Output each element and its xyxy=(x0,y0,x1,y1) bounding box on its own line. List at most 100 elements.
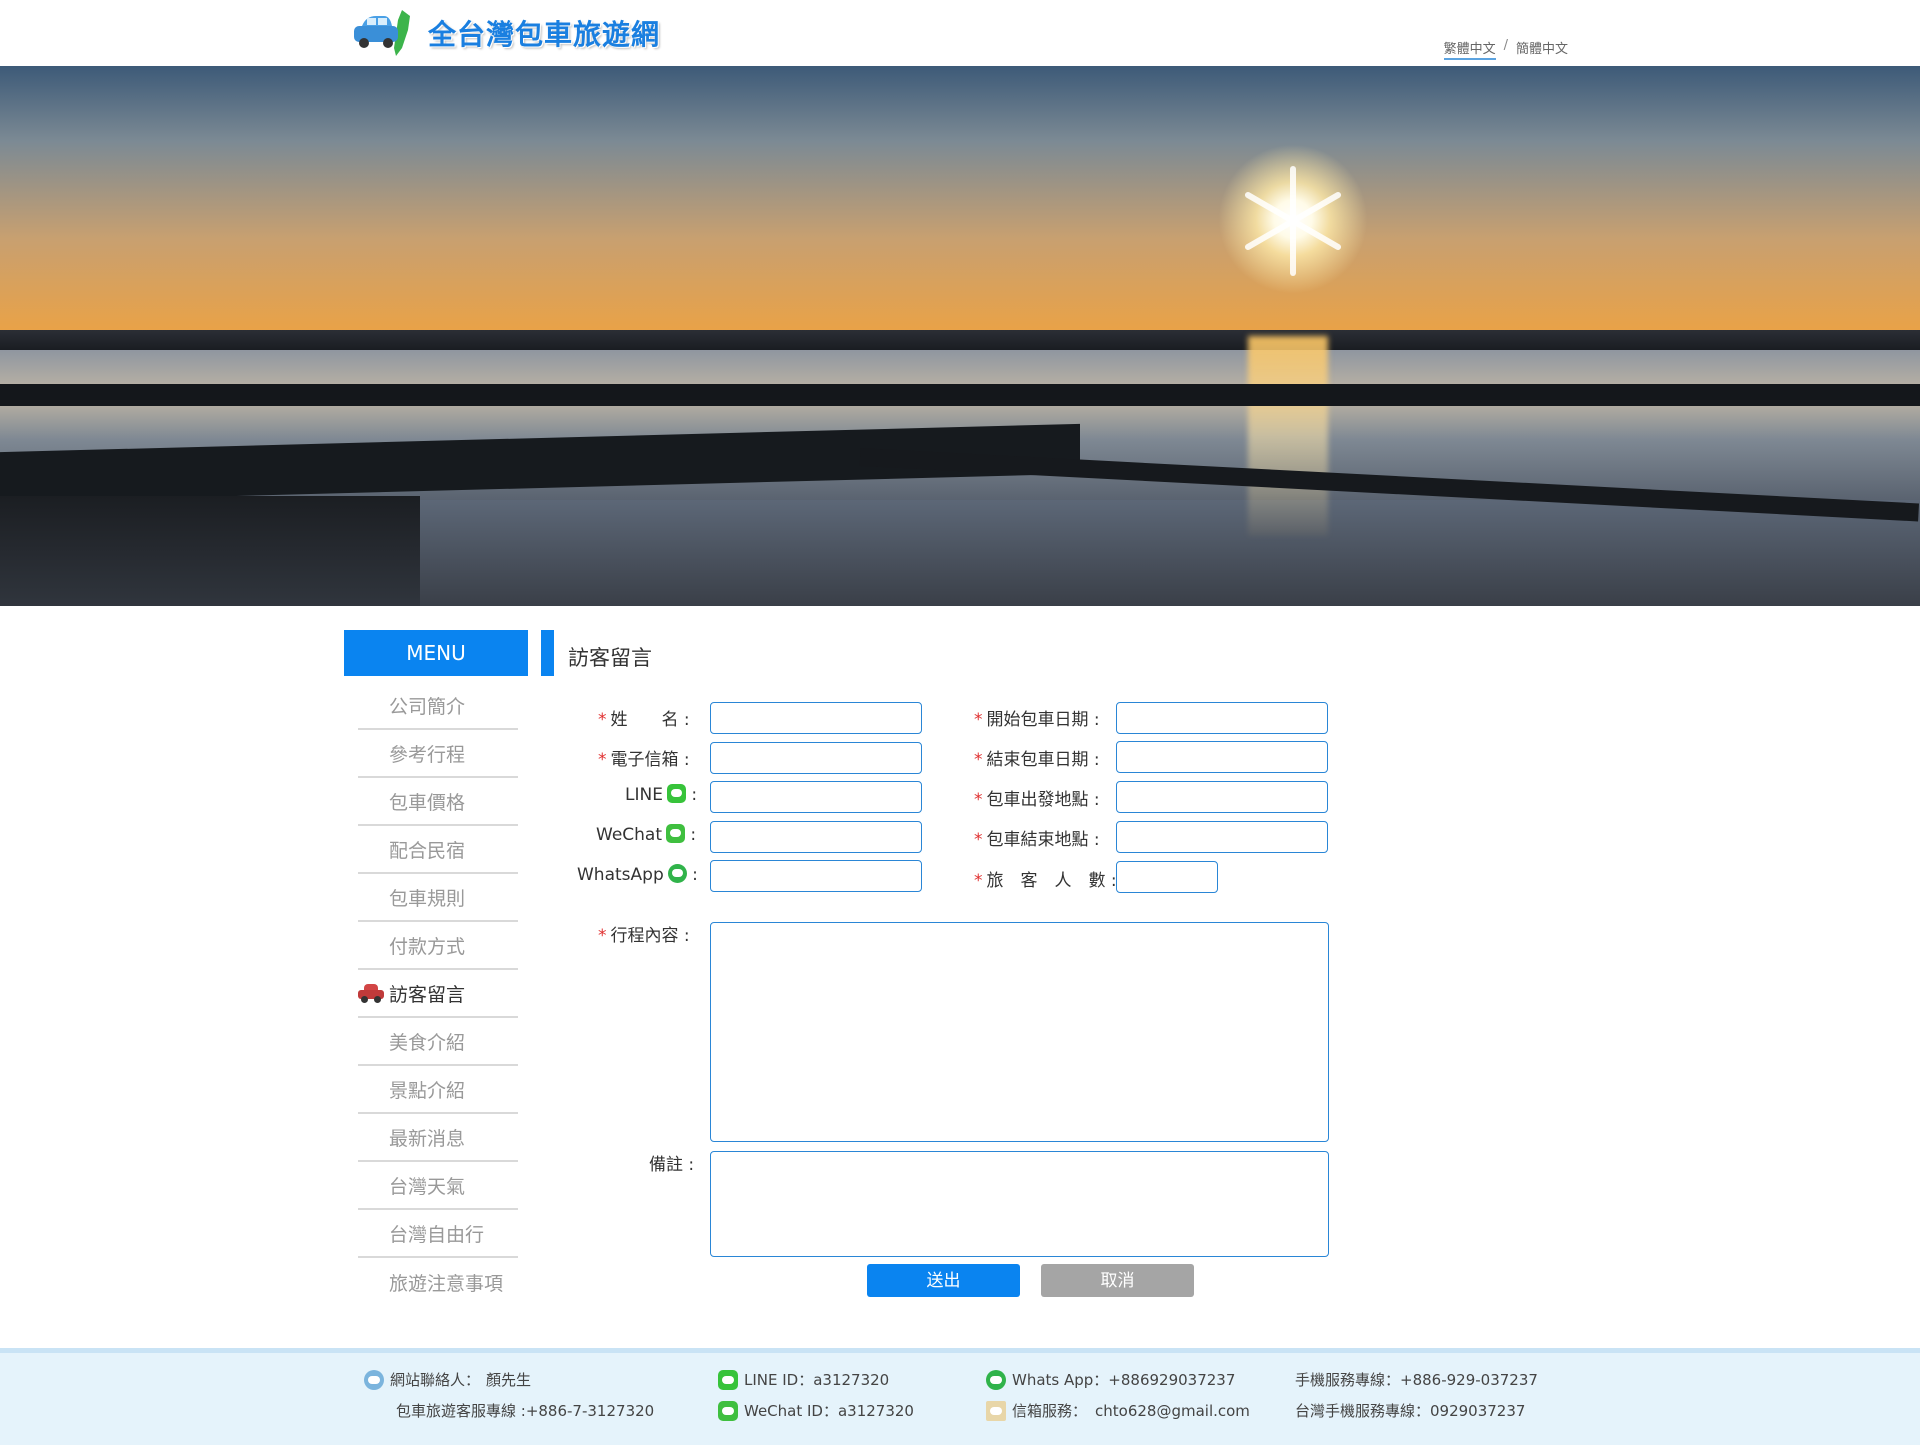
whatsapp-text: Whats App：+886929037237 xyxy=(1012,1371,1236,1389)
footer-hotline: 包車旅遊客服專線 :+886-7-3127320 xyxy=(396,1402,655,1420)
travelers-field[interactable] xyxy=(1116,861,1218,893)
footer-wechat: WeChat ID：a3127320 xyxy=(718,1400,914,1421)
sun-reflection xyxy=(1248,336,1328,536)
required-mark: * xyxy=(974,830,983,850)
contact-name: 顏先生 xyxy=(486,1371,532,1389)
sidebar-item-label: 參考行程 xyxy=(389,743,466,766)
lang-simplified-link[interactable]: 簡體中文 xyxy=(1516,38,1568,60)
site-header: 全台灣包車旅遊網 繁體中文 / 簡體中文 xyxy=(0,0,1920,66)
menu-title: MENU xyxy=(344,630,528,676)
sidebar-item-label: 美食介紹 xyxy=(389,1031,466,1054)
end-date-label: * 結束包車日期 : xyxy=(974,750,1100,770)
section-accent-bar xyxy=(541,630,554,676)
end-place-field[interactable] xyxy=(1116,821,1328,853)
email-link[interactable]: chto628@gmail.com xyxy=(1095,1402,1250,1420)
sidebar-item-payment[interactable]: 付款方式 xyxy=(358,922,518,970)
travelers-label: * 旅 客 人 數 : xyxy=(974,871,1117,891)
required-mark: * xyxy=(974,871,983,891)
sidebar-item-label: 旅遊注意事項 xyxy=(389,1272,504,1295)
required-mark: * xyxy=(598,926,607,946)
line-id-text: LINE ID：a3127320 xyxy=(744,1371,890,1389)
itinerary-label: * 行程內容 : xyxy=(598,926,690,946)
sidebar-item-weather[interactable]: 台灣天氣 xyxy=(358,1162,518,1210)
contact-person-icon xyxy=(364,1369,384,1390)
start-date-label: * 開始包車日期 : xyxy=(974,710,1100,730)
car-map-logo-icon xyxy=(354,10,410,56)
line-id-field[interactable] xyxy=(710,781,922,813)
notes-label: 備註 : xyxy=(649,1155,695,1175)
sidebar-item-travel-notes[interactable]: 旅遊注意事項 xyxy=(358,1258,518,1306)
sidebar-item-company[interactable]: 公司簡介 xyxy=(358,682,518,730)
sidebar-item-food[interactable]: 美食介紹 xyxy=(358,1018,518,1066)
wechat-icon xyxy=(718,1400,738,1421)
sidebar-item-label: 包車價格 xyxy=(389,791,466,814)
sidebar-item-prices[interactable]: 包車價格 xyxy=(358,778,518,826)
required-mark: * xyxy=(974,750,983,770)
sidebar-item-label: 配合民宿 xyxy=(389,839,466,862)
line-icon xyxy=(718,1369,738,1390)
mail-icon xyxy=(986,1400,1006,1421)
wechat-id-field[interactable] xyxy=(710,821,922,853)
email-field[interactable] xyxy=(710,742,922,774)
sidebar-item-label: 公司簡介 xyxy=(389,695,466,718)
required-mark: * xyxy=(974,790,983,810)
sidebar-item-label: 台灣天氣 xyxy=(389,1175,466,1198)
hero-banner-image xyxy=(0,66,1920,606)
dike-silhouette xyxy=(0,384,1920,406)
email-label: 信箱服務： xyxy=(1012,1402,1088,1420)
sidebar-item-bnb[interactable]: 配合民宿 xyxy=(358,826,518,874)
end-date-field[interactable] xyxy=(1116,741,1328,773)
name-label: * 姓 名 : xyxy=(598,710,690,730)
departure-label: * 包車出發地點 : xyxy=(974,790,1100,810)
horizon-land xyxy=(0,330,1920,350)
foreground-silhouette xyxy=(0,496,420,606)
sidebar-item-rules[interactable]: 包車規則 xyxy=(358,874,518,922)
end-place-label: * 包車結束地點 : xyxy=(974,830,1100,850)
sidebar-item-itinerary[interactable]: 參考行程 xyxy=(358,730,518,778)
footer-mobile-hotline: 手機服務專線：+886-929-037237 xyxy=(1295,1371,1538,1389)
language-switcher: 繁體中文 / 簡體中文 xyxy=(1443,38,1568,60)
itinerary-textarea[interactable] xyxy=(710,922,1329,1142)
footer-email: 信箱服務： chto628@gmail.com xyxy=(986,1400,1250,1421)
footer-taiwan-mobile: 台灣手機服務專線：0929037237 xyxy=(1295,1402,1526,1420)
required-mark: * xyxy=(598,750,607,770)
site-footer: 網站聯絡人： 顏先生 包車旅遊客服專線 :+886-7-3127320 LINE… xyxy=(0,1348,1920,1445)
lang-separator: / xyxy=(1503,38,1508,53)
whatsapp-icon xyxy=(667,864,687,883)
sidebar-item-label: 包車規則 xyxy=(389,887,466,910)
cancel-button[interactable]: 取消 xyxy=(1041,1264,1194,1297)
footer-line: LINE ID：a3127320 xyxy=(718,1369,889,1390)
wechat-icon xyxy=(666,824,685,843)
sidebar-item-label: 台灣自由行 xyxy=(389,1223,485,1246)
line-icon xyxy=(666,784,686,803)
page-title: 訪客留言 xyxy=(568,646,652,670)
sidebar-item-news[interactable]: 最新消息 xyxy=(358,1114,518,1162)
wechat-label: WeChat : xyxy=(596,824,697,845)
sidebar-item-attractions[interactable]: 景點介紹 xyxy=(358,1066,518,1114)
footer-contact: 網站聯絡人： 顏先生 xyxy=(364,1369,531,1390)
whatsapp-icon xyxy=(986,1369,1006,1390)
footer-whatsapp: Whats App：+886929037237 xyxy=(986,1369,1235,1390)
email-label: * 電子信箱 : xyxy=(598,750,690,770)
start-date-field[interactable] xyxy=(1116,702,1328,734)
sidebar-item-label: 訪客留言 xyxy=(389,983,466,1006)
departure-field[interactable] xyxy=(1116,781,1328,813)
notes-textarea[interactable] xyxy=(710,1151,1329,1257)
line-label: LINE : xyxy=(625,784,698,805)
submit-button[interactable]: 送出 xyxy=(867,1264,1020,1297)
name-field[interactable] xyxy=(710,702,922,734)
sidebar-menu: 公司簡介 參考行程 包車價格 配合民宿 包車規則 付款方式 訪客留言 美食介紹 … xyxy=(358,682,518,1306)
required-mark: * xyxy=(974,710,983,730)
sidebar-item-label: 付款方式 xyxy=(389,935,466,958)
whatsapp-label: WhatsApp : xyxy=(577,864,698,885)
sidebar-item-label: 最新消息 xyxy=(389,1127,466,1150)
wechat-id-text: WeChat ID：a3127320 xyxy=(744,1402,914,1420)
red-car-icon xyxy=(358,984,384,1003)
lang-traditional-link[interactable]: 繁體中文 xyxy=(1443,38,1496,60)
whatsapp-field[interactable] xyxy=(710,860,922,892)
site-logo[interactable]: 全台灣包車旅遊網 xyxy=(350,8,660,58)
sidebar-item-free-travel[interactable]: 台灣自由行 xyxy=(358,1210,518,1258)
sidebar-item-guestbook[interactable]: 訪客留言 xyxy=(358,970,518,1018)
site-title: 全台灣包車旅遊網 xyxy=(428,18,661,51)
contact-label: 網站聯絡人： xyxy=(390,1371,481,1389)
